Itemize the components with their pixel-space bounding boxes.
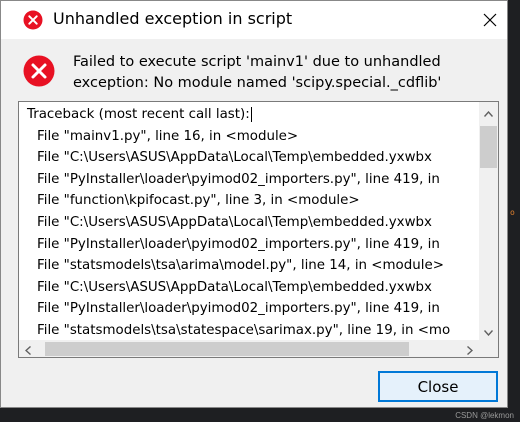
vertical-scroll-thumb[interactable] [480,126,497,168]
traceback-line: File "function\kpifocast.py", line 3, in… [37,193,360,209]
traceback-line: File "PyInstaller\loader\pyimod02_import… [37,236,440,252]
background-strip [0,408,520,422]
scroll-up-button[interactable] [479,102,498,121]
traceback-line: File "C:\Users\ASUS\AppData\Local\Temp\e… [37,215,432,230]
traceback-lines: Traceback (most recent call last): File … [19,102,479,340]
traceback-line: File "mainv1.py", line 16, in <module> [37,128,299,144]
error-icon [23,10,43,30]
scroll-left-button[interactable] [19,340,37,358]
traceback-line: File "statsmodels\tsa\statespace\sarimax… [37,323,451,338]
traceback-line: File "C:\Users\ASUS\AppData\Local\Temp\e… [37,279,432,295]
error-message: Failed to execute script 'mainv1' due to… [73,52,493,94]
traceback-line: File "PyInstaller\loader\pyimod02_import… [37,171,440,187]
traceback-line: File "statsmodels\tsa\arima\model.py", l… [37,258,444,274]
chevron-left-icon [24,340,31,358]
window-close-button[interactable] [473,7,507,35]
chevron-right-icon [467,340,474,358]
horizontal-scrollbar[interactable] [19,340,479,358]
scroll-right-button[interactable] [461,340,479,358]
close-button[interactable]: Close [378,371,498,402]
scrollbar-corner [479,340,498,357]
error-dialog: Unhandled exception in script Failed to … [0,0,508,408]
title-bar: Unhandled exception in script [1,1,507,39]
watermark: CSDN @lekmon [455,411,514,420]
window-title: Unhandled exception in script [53,9,293,28]
chevron-up-icon [483,102,494,121]
text-cursor [250,106,252,122]
error-message-line-2: exception: No module named 'scipy.specia… [73,75,442,91]
traceback-line: File "PyInstaller\loader\pyimod02_import… [37,301,440,317]
traceback-line: Traceback (most recent call last): [27,106,252,122]
error-icon-large [23,55,55,87]
vertical-scrollbar[interactable] [479,102,498,340]
scroll-down-button[interactable] [479,321,498,340]
chevron-down-icon [483,321,494,340]
traceback-textbox[interactable]: Traceback (most recent call last): File … [18,101,499,358]
background-fragment: o [510,208,515,217]
traceback-line: File "C:\Users\ASUS\AppData\Local\Temp\e… [37,150,432,166]
close-icon [483,12,497,31]
horizontal-scroll-thumb[interactable] [45,342,409,356]
error-message-line-1: Failed to execute script 'mainv1' due to… [73,54,441,70]
